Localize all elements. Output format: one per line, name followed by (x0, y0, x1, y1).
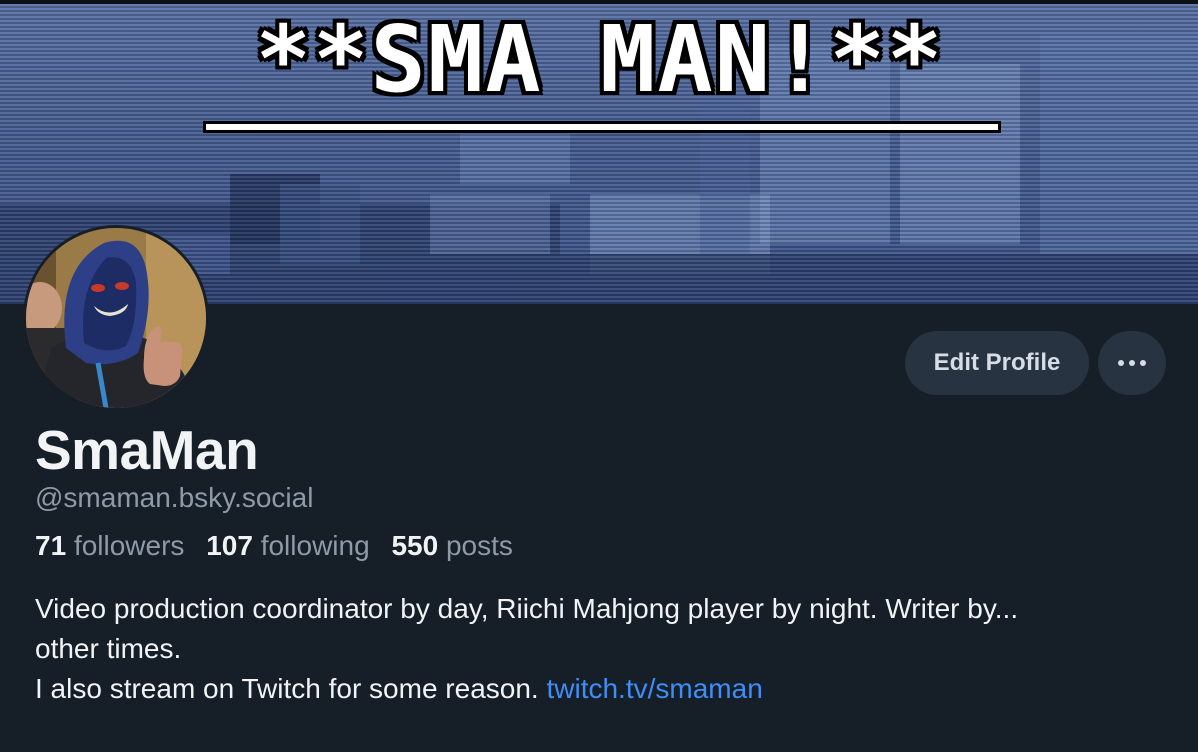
ellipsis-horizontal-icon (1118, 360, 1146, 366)
bio-line-1: Video production coordinator by day, Rii… (35, 593, 1019, 624)
banner-title: **SMA MAN!** (255, 6, 945, 113)
avatar[interactable] (23, 225, 209, 411)
profile-stats: 71 followers 107 following 550 posts (35, 530, 527, 562)
twitch-link[interactable]: twitch.tv/smaman (546, 673, 762, 704)
followers-link[interactable]: 71 followers (35, 530, 184, 561)
more-options-button[interactable] (1098, 331, 1166, 395)
profile-handle: @smaman.bsky.social (35, 482, 314, 513)
avatar-image (26, 228, 206, 408)
dot (1140, 360, 1146, 366)
posts-count: 550 (391, 530, 439, 561)
posts-stat: 550 posts (391, 530, 512, 561)
profile-page: **SMA MAN!** Edit Profile SmaMan @smaman… (0, 0, 1198, 752)
dot (1129, 360, 1135, 366)
following-label: following (260, 530, 370, 561)
following-count: 107 (206, 530, 253, 561)
posts-label: posts (445, 530, 513, 561)
followers-label: followers (73, 530, 185, 561)
following-link[interactable]: 107 following (206, 530, 369, 561)
banner-underline (203, 121, 1001, 133)
display-name: SmaMan (35, 419, 259, 481)
bio-line-3-text: I also stream on Twitch for some reason. (35, 673, 547, 704)
followers-count: 71 (35, 530, 67, 561)
edit-profile-button[interactable]: Edit Profile (905, 331, 1089, 395)
bio-line-2: other times. (35, 633, 182, 664)
profile-bio: Video production coordinator by day, Rii… (35, 589, 1175, 709)
dot (1118, 360, 1124, 366)
bio-line-3: I also stream on Twitch for some reason.… (35, 669, 1175, 709)
